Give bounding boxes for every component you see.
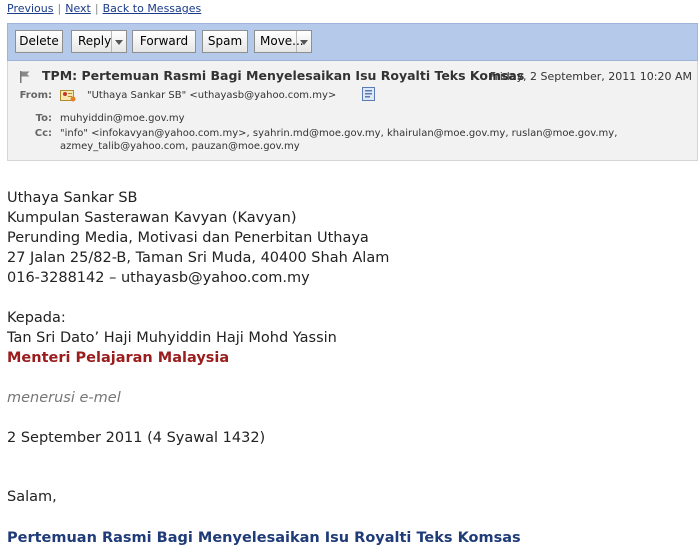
- from-address[interactable]: "Uthaya Sankar SB" <uthayasb@yahoo.com.m…: [87, 90, 336, 101]
- sender-organization: Kumpulan Sasterawan Kavyan (Kavyan): [7, 210, 297, 226]
- flag-icon[interactable]: [20, 71, 30, 83]
- chevron-down-icon[interactable]: [296, 31, 311, 52]
- letter-date: 2 September 2011 (4 Syawal 1432): [7, 430, 266, 446]
- recipient-name: Tan Sri Dato’ Haji Muhyiddin Haji Mohd Y…: [7, 330, 337, 346]
- recipient-title: Menteri Pelajaran Malaysia: [7, 350, 230, 366]
- cc-addresses-line1[interactable]: "info" <infokavyan@yahoo.com.my>, syahri…: [60, 128, 617, 139]
- recipient-heading: Kepada:: [7, 310, 66, 326]
- contact-card-icon[interactable]: [60, 88, 76, 102]
- message-subject: TPM: Pertemuan Rasmi Bagi Menyelesaikan …: [42, 68, 525, 83]
- previous-link[interactable]: Previous: [7, 2, 54, 15]
- delivery-method: menerusi e-mel: [7, 390, 121, 406]
- cc-addresses-line2[interactable]: azmey_talib@yahoo.com, pauzan@moe.gov.my: [60, 141, 300, 152]
- nav-separator: |: [57, 2, 62, 15]
- back-to-messages-link[interactable]: Back to Messages: [103, 2, 202, 15]
- message-nav: Previous | Next | Back to Messages: [7, 2, 201, 15]
- sender-organization-2: Perunding Media, Motivasi dan Penerbitan…: [7, 230, 369, 246]
- sender-contact: 016-3288142 – uthayasb@yahoo.com.my: [7, 270, 310, 286]
- message-date: Friday, 2 September, 2011 10:20 AM: [489, 70, 692, 83]
- greeting: Salam,: [7, 489, 57, 505]
- cc-label: Cc:: [34, 128, 52, 139]
- next-link[interactable]: Next: [65, 2, 91, 15]
- delete-button[interactable]: Delete: [15, 30, 63, 53]
- from-label: From:: [19, 90, 52, 101]
- sender-address: 27 Jalan 25/82-B, Taman Sri Muda, 40400 …: [7, 250, 390, 266]
- message-toolbar: Delete Reply Forward Spam Move...: [7, 23, 698, 61]
- spam-button[interactable]: Spam: [202, 30, 248, 53]
- move-button[interactable]: Move...: [254, 30, 312, 53]
- sender-name: Uthaya Sankar SB: [7, 190, 138, 206]
- address-book-icon[interactable]: [361, 87, 377, 101]
- reply-label: Reply: [78, 34, 112, 48]
- message-header: TPM: Pertemuan Rasmi Bagi Menyelesaikan …: [7, 61, 698, 161]
- to-address[interactable]: muhyiddin@moe.gov.my: [60, 113, 185, 124]
- to-label: To:: [35, 113, 52, 124]
- chevron-down-icon[interactable]: [111, 31, 126, 52]
- reply-button[interactable]: Reply: [71, 30, 127, 53]
- nav-separator: |: [94, 2, 99, 15]
- forward-button[interactable]: Forward: [132, 30, 196, 53]
- letter-subject: Pertemuan Rasmi Bagi Menyelesaikan Isu R…: [7, 530, 521, 546]
